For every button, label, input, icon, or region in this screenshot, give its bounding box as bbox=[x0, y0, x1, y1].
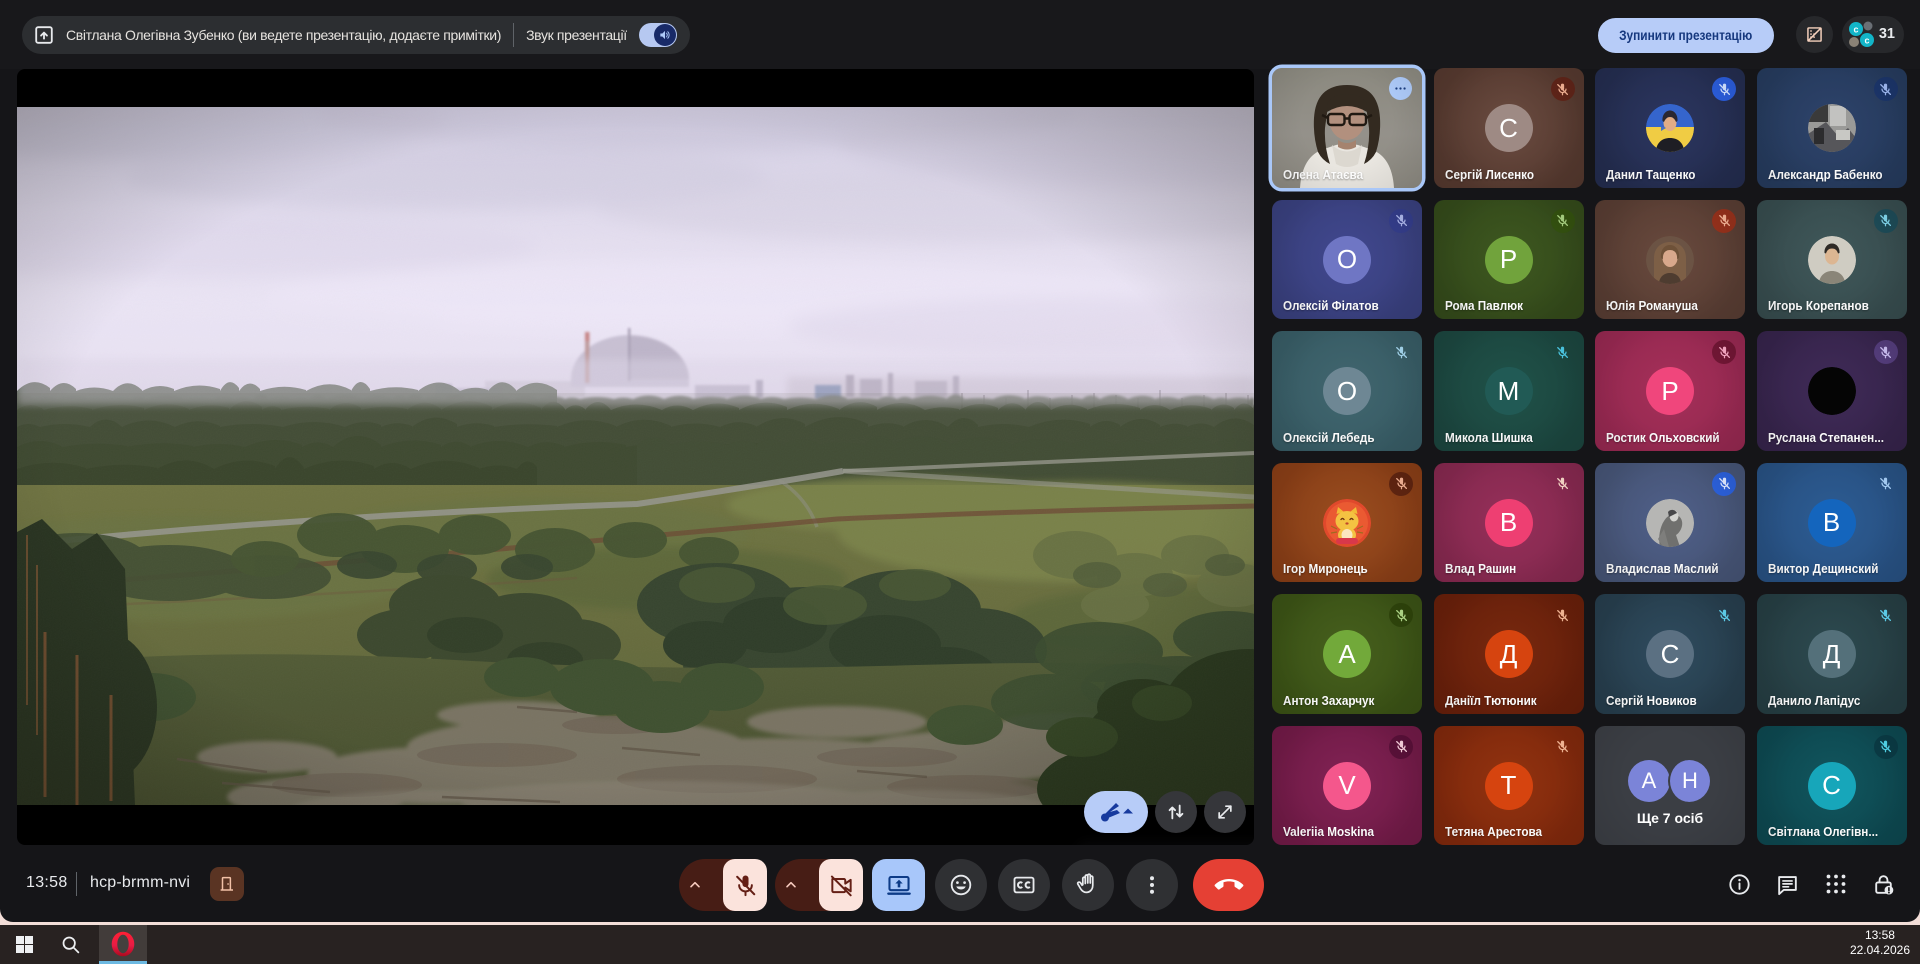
svg-text:c: c bbox=[1853, 25, 1858, 35]
svg-text:c: c bbox=[1864, 36, 1869, 46]
